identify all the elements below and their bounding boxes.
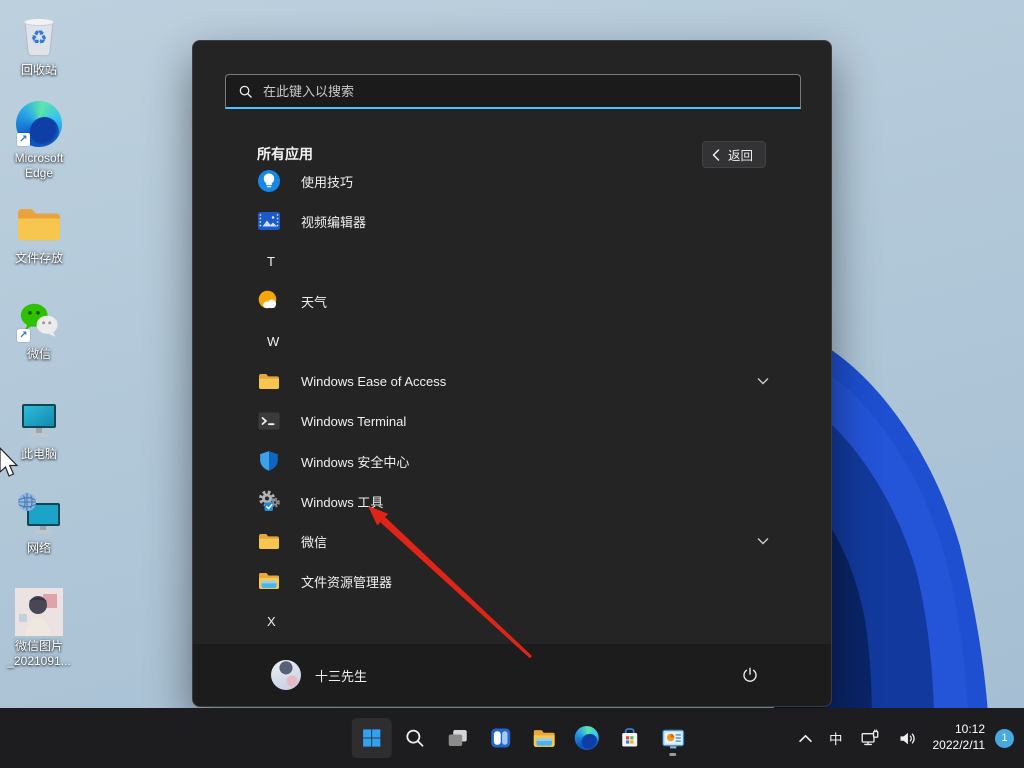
desktop-icon-wechat[interactable]: ↗ 微信 (2, 296, 76, 362)
terminal-icon (257, 409, 281, 433)
all-apps-list: 使用技巧 视频编辑器 T (193, 169, 831, 641)
clock[interactable]: 10:12 2022/2/11 (929, 722, 990, 753)
system-config-icon (660, 726, 685, 751)
start-button[interactable] (352, 718, 392, 758)
recycle-bin-icon: ♻ (17, 13, 61, 59)
section-letter-T[interactable]: T (193, 241, 831, 281)
user-avatar[interactable] (271, 660, 301, 690)
this-pc-icon (16, 399, 62, 441)
power-button[interactable] (733, 658, 767, 692)
desktop-icon-label: 此电脑 (21, 447, 57, 462)
windows-logo-icon (361, 727, 383, 749)
chevron-up-icon (799, 734, 812, 743)
user-bar: 十三先生 (193, 644, 831, 706)
app-row-windows-terminal[interactable]: Windows Terminal (193, 401, 831, 441)
chevron-left-icon (712, 149, 720, 161)
edge-icon (575, 726, 599, 750)
running-indicator (669, 753, 676, 756)
clock-date: 2022/2/11 (933, 738, 986, 754)
video-editor-icon (257, 209, 281, 233)
search-box[interactable] (225, 74, 801, 109)
image-thumbnail-icon (15, 588, 63, 636)
desktop-icon-label: 文件存放 (15, 251, 63, 266)
app-row-weather[interactable]: 天气 (193, 281, 831, 321)
chevron-down-icon[interactable] (757, 537, 769, 545)
mouse-cursor (0, 447, 19, 479)
shortcut-arrow-icon: ↗ (17, 329, 30, 342)
edge-button[interactable] (567, 718, 607, 758)
desktop-icon-network[interactable]: 网络 (2, 490, 76, 556)
volume-tray-button[interactable] (892, 720, 923, 756)
network-tray-button[interactable] (855, 720, 886, 756)
search-input[interactable] (263, 84, 788, 99)
back-button[interactable]: 返回 (702, 141, 766, 168)
file-explorer-icon (531, 726, 556, 751)
system-config-button[interactable] (653, 718, 693, 758)
taskbar-search-button[interactable] (395, 718, 435, 758)
section-letter-W[interactable]: W (193, 321, 831, 361)
all-apps-title: 所有应用 (257, 144, 313, 164)
file-explorer-button[interactable] (524, 718, 564, 758)
desktop-icon-microsoft-edge[interactable]: ↗ Microsoft Edge (2, 100, 76, 181)
svg-text:♻: ♻ (30, 28, 47, 49)
security-shield-icon (257, 449, 281, 473)
desktop-icon-recycle-bin[interactable]: ♻ 回收站 (2, 12, 76, 78)
desktop-icon-label: 微信图片_2021091... (7, 639, 70, 669)
folder-icon (257, 369, 281, 393)
desktop-icon-label: 网络 (27, 541, 51, 556)
microsoft-store-icon (618, 726, 642, 750)
app-row-windows-tools[interactable]: Windows 工具 (193, 481, 831, 521)
task-view-button[interactable] (438, 718, 478, 758)
app-row-windows-ease-of-access[interactable]: Windows Ease of Access (193, 361, 831, 401)
search-icon (404, 727, 426, 749)
task-view-icon (446, 726, 470, 750)
weather-icon (257, 289, 281, 313)
desktop-icon-file-storage[interactable]: 文件存放 (2, 200, 76, 266)
widgets-button[interactable] (481, 718, 521, 758)
start-menu-panel: 所有应用 返回 使用技巧 (192, 40, 832, 707)
chevron-down-icon[interactable] (757, 377, 769, 385)
folder-icon (257, 529, 281, 553)
file-explorer-icon (257, 569, 281, 593)
tray-chevron-up-button[interactable] (794, 720, 817, 756)
desktop-icon-label: Microsoft Edge (2, 151, 76, 181)
desktop-icon-label: 微信 (27, 347, 51, 362)
desktop-icon-wechat-image[interactable]: 微信图片_2021091... (2, 588, 76, 669)
ime-indicator[interactable]: 中 (823, 720, 849, 756)
windows-tools-icon (257, 489, 281, 513)
app-row-file-explorer[interactable]: 文件资源管理器 (193, 561, 831, 601)
all-apps-header: 所有应用 返回 (193, 141, 831, 171)
network-icon (860, 728, 881, 749)
app-row-wechat-folder[interactable]: 微信 (193, 521, 831, 561)
notification-badge[interactable]: 1 (995, 729, 1014, 748)
search-icon (238, 84, 253, 99)
power-icon (741, 666, 759, 684)
app-row-windows-security[interactable]: Windows 安全中心 (193, 441, 831, 481)
network-icon (15, 491, 63, 537)
folder-icon (16, 204, 62, 244)
app-row-video-editor[interactable]: 视频编辑器 (193, 201, 831, 241)
section-letter-X[interactable]: X (193, 601, 831, 641)
app-row-tips[interactable]: 使用技巧 (193, 169, 831, 201)
clock-time: 10:12 (933, 722, 986, 738)
desktop-icon-label: 回收站 (21, 63, 57, 78)
taskbar-tray: 中 10:12 2022/2/11 1 (794, 708, 1014, 768)
shortcut-arrow-icon: ↗ (17, 133, 30, 146)
widgets-icon (489, 726, 513, 750)
taskbar-center-icons (352, 708, 693, 768)
speaker-icon (897, 728, 918, 749)
taskbar: 中 10:12 2022/2/11 1 (0, 708, 1024, 768)
tips-icon (257, 169, 281, 193)
user-name[interactable]: 十三先生 (315, 666, 719, 685)
microsoft-store-button[interactable] (610, 718, 650, 758)
